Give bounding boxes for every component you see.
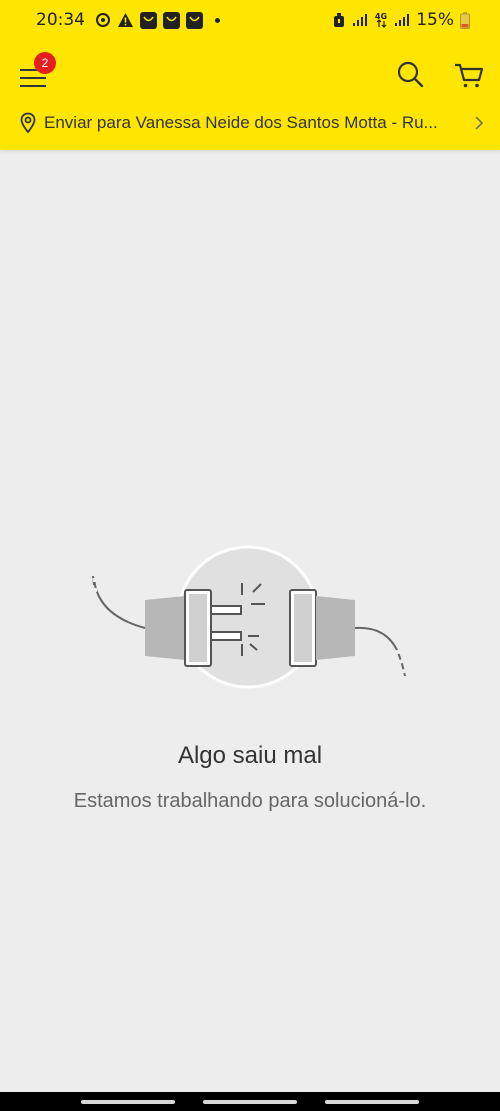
alarm-icon	[332, 12, 346, 28]
status-bar: 20:34 4G 15%	[0, 0, 500, 40]
cart-icon	[455, 63, 484, 88]
more-notifications-dot	[215, 17, 220, 23]
unplugged-cable-illustration	[92, 545, 407, 689]
shopping-app-icon	[186, 11, 203, 29]
delivery-address-text: Enviar para Vanessa Neide dos Santos Mot…	[44, 113, 438, 132]
error-title: Algo saiu mal	[177, 742, 323, 769]
cart-button[interactable]	[452, 59, 486, 91]
status-time: 20:34	[36, 10, 85, 30]
nav-back-button[interactable]	[325, 1099, 419, 1104]
notification-badge: 2	[34, 52, 56, 74]
error-message: Estamos trabalhando para solucioná-lo.	[73, 790, 427, 812]
battery-percent: 15%	[416, 10, 454, 30]
sync-icon	[95, 12, 111, 28]
signal-icon	[394, 13, 410, 27]
delivery-address-bar[interactable]: Enviar para Vanessa Neide dos Santos Mot…	[0, 102, 500, 144]
app-header: 2 Enviar para Vanessa Neide dos Santos M…	[0, 40, 500, 150]
shopping-app-icon	[140, 11, 157, 29]
chevron-right-icon	[475, 116, 484, 130]
warning-icon	[117, 12, 134, 28]
shopping-app-icon	[163, 11, 180, 29]
nav-recent-button[interactable]	[81, 1099, 175, 1104]
search-icon	[397, 61, 424, 88]
search-button[interactable]	[395, 59, 427, 91]
network-4g-label: 4G	[375, 12, 387, 21]
battery-icon	[460, 11, 470, 29]
status-left: 20:34	[36, 10, 220, 30]
location-pin-icon	[20, 112, 36, 134]
system-nav-bar	[0, 1092, 500, 1111]
nav-home-button[interactable]	[203, 1099, 297, 1104]
status-right: 4G 15%	[332, 10, 470, 30]
signal-icon	[352, 13, 368, 27]
network-4g-icon: 4G	[374, 11, 388, 29]
